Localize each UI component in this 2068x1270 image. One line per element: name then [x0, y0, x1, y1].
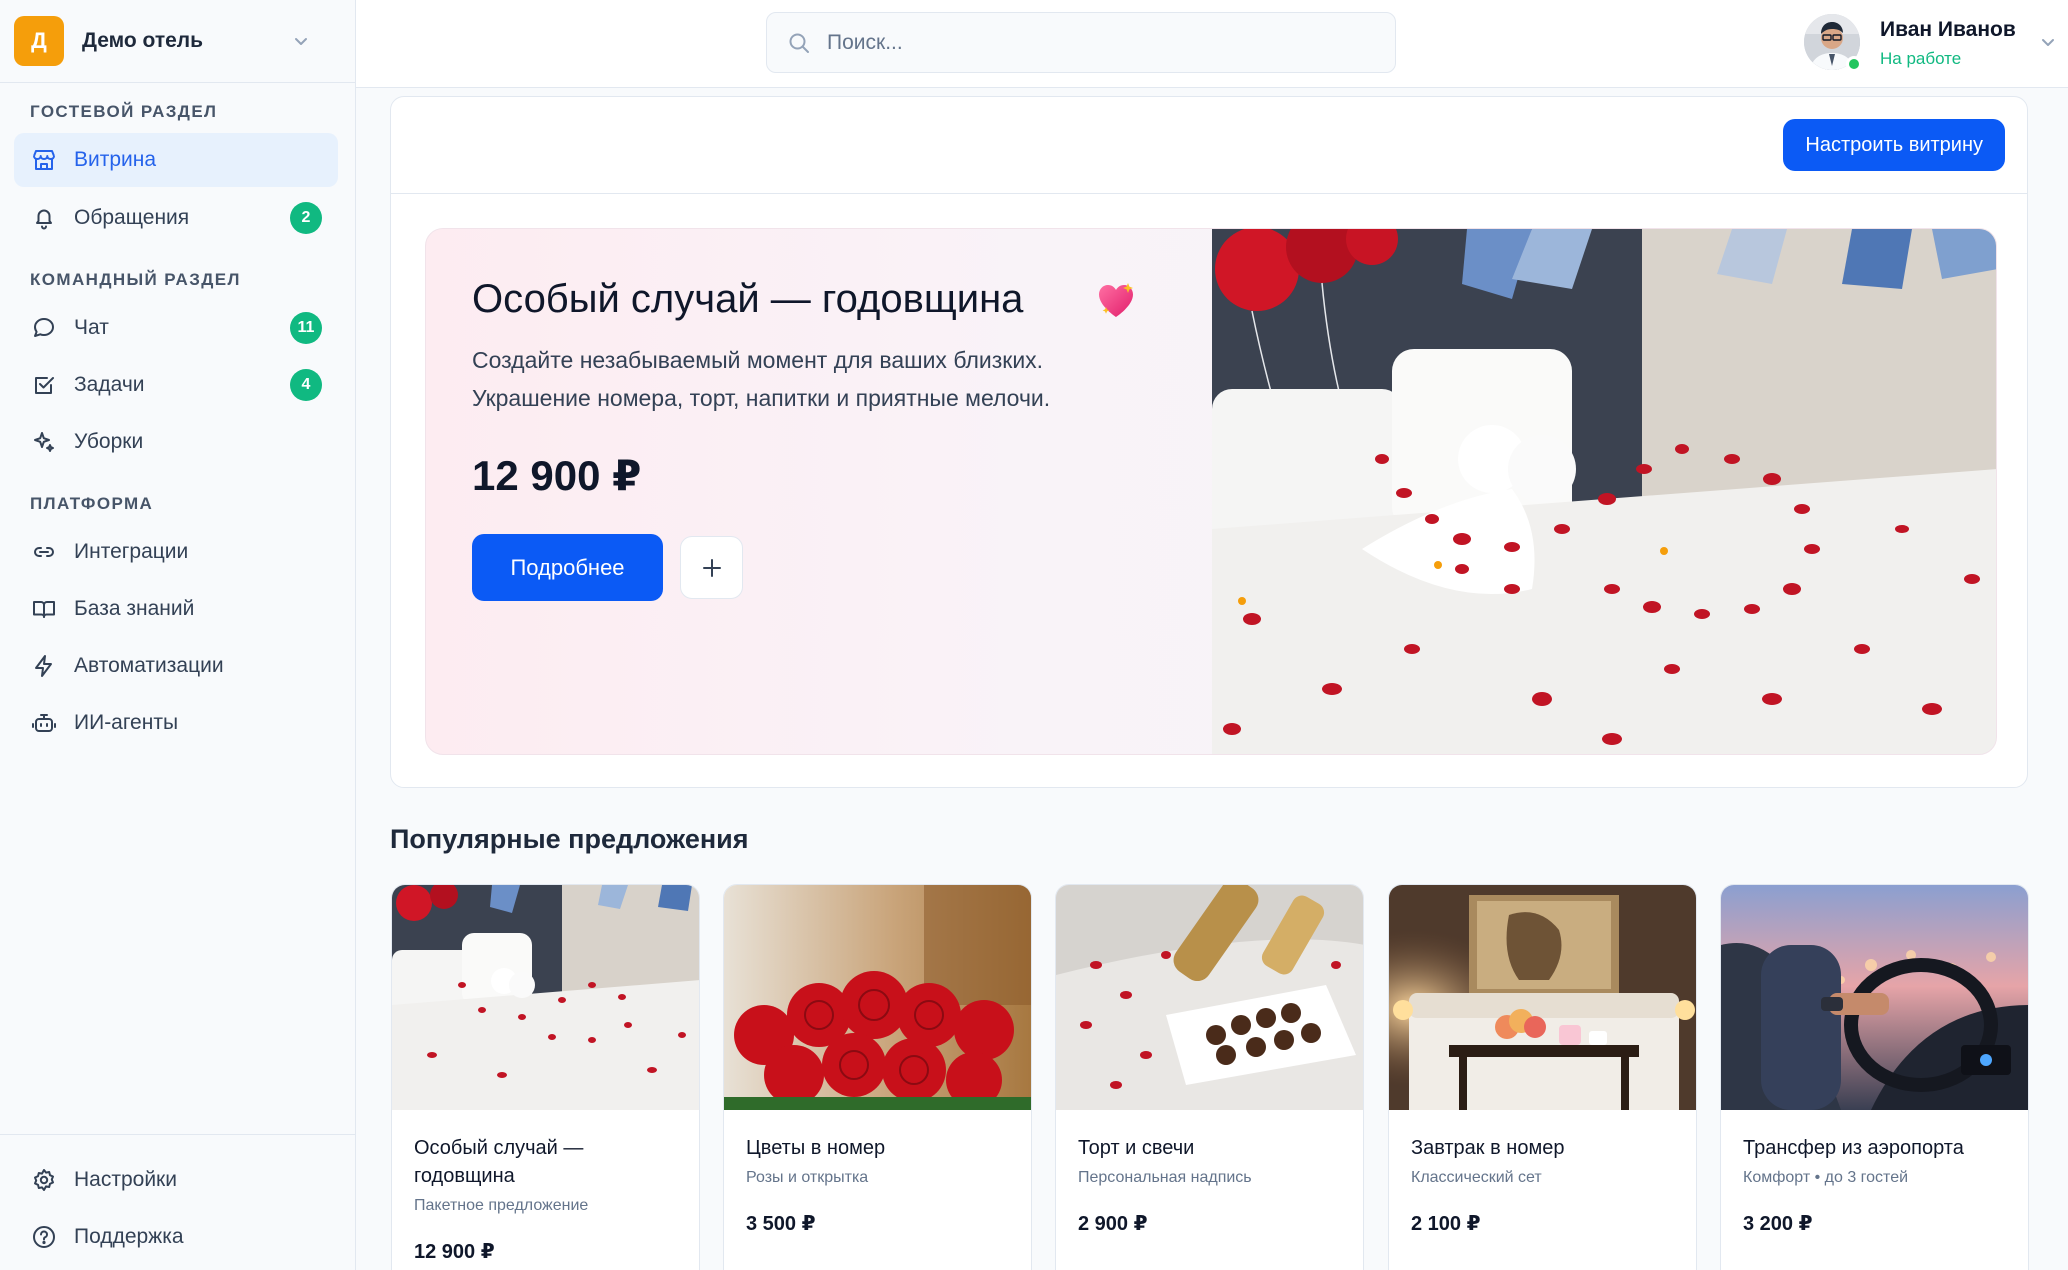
plus-icon [702, 558, 721, 577]
online-status-dot [1846, 56, 1862, 72]
offer-card[interactable]: Цветы в номер Розы и открытка 3 500 ₽ [723, 884, 1032, 1270]
offer-price: 2 100 ₽ [1411, 1213, 1481, 1235]
section-title-team: КОМАНДНЫЙ РАЗДЕЛ [30, 270, 241, 289]
details-button[interactable]: Подробнее [472, 534, 663, 601]
sidebar-item-knowledge-base[interactable]: База знаний [14, 582, 338, 636]
offer-subtitle: Пакетное предложение [414, 1197, 589, 1214]
sidebar-item-label: Витрина [74, 148, 157, 171]
sidebar-item-tasks[interactable]: Задачи 4 [14, 358, 338, 412]
workspace-logo: Д [14, 16, 64, 66]
user-name: Иван Иванов [1880, 18, 2016, 41]
offer-price: 2 900 ₽ [1078, 1213, 1148, 1235]
offer-name: Торт и свечи [1078, 1137, 1195, 1159]
link-icon [34, 547, 54, 557]
sidebar-item-requests[interactable]: Обращения 2 [14, 191, 338, 245]
search-input[interactable] [827, 30, 1367, 55]
offer-name: Цветы в номер [746, 1137, 886, 1159]
checkbox-icon [35, 377, 54, 394]
robot-icon [32, 714, 56, 732]
count-badge: 11 [290, 312, 322, 344]
offer-card[interactable]: Торт и свечи Персональная надпись 2 900 … [1055, 884, 1364, 1270]
sidebar-item-chat[interactable]: Чат 11 [14, 301, 338, 355]
chevron-down-icon [2042, 39, 2054, 46]
sidebar-item-label: Обращения [74, 206, 190, 229]
gear-icon [34, 1169, 54, 1191]
offer-card[interactable]: Особый случай — годовщина Пакетное предл… [391, 884, 700, 1270]
sparkling-heart-icon [1099, 283, 1133, 317]
workspace-switcher[interactable]: Д Демо отель [0, 0, 355, 83]
count-badge: 4 [290, 369, 322, 401]
sidebar-item-settings[interactable]: Настройки [14, 1153, 338, 1207]
showcase-card-header: Настроить витрину [391, 97, 2027, 194]
sidebar-item-label: Задачи [74, 373, 145, 396]
app-root: Д Демо отель ГОСТЕВОЙ РАЗДЕЛ Витрина Обр… [0, 0, 2068, 1270]
sidebar-item-label: Уборки [74, 430, 144, 453]
offer-photo-transfer [1721, 885, 2028, 1110]
showcase-card: Настроить витрину Особый случай — годовщ… [390, 96, 2028, 788]
sidebar-item-showcase[interactable]: Витрина [14, 133, 338, 187]
sidebar-item-ai-agents[interactable]: ИИ-агенты [14, 696, 338, 750]
help-circle-icon [33, 1226, 55, 1248]
offer-name: Особый случай — годовщина [414, 1137, 584, 1187]
offer-name: Завтрак в номер [1411, 1137, 1565, 1159]
sparkles-icon [34, 432, 54, 452]
chat-bubble-icon [34, 318, 54, 337]
offer-price: 3 500 ₽ [746, 1213, 816, 1235]
offer-photo-cake [1056, 885, 1363, 1110]
featured-offer-banner: Особый случай — годовщина Создайте незаб… [425, 228, 1997, 755]
description-line: Украшение номера, торт, напитки и приятн… [472, 385, 1051, 411]
user-status: На работе [1880, 49, 1962, 68]
offer-card[interactable]: Завтрак в номер Классический сет 2 100 ₽ [1388, 884, 1697, 1270]
sidebar-item-label: Настройки [74, 1168, 177, 1191]
sidebar-footer: Настройки Поддержка [0, 1134, 355, 1270]
offer-price: 12 900 ₽ [414, 1241, 495, 1263]
offer-subtitle: Розы и открытка [746, 1169, 869, 1186]
offer-price: 3 200 ₽ [1743, 1213, 1813, 1235]
sidebar-item-label: Поддержка [74, 1225, 184, 1248]
search-bar[interactable] [766, 12, 1396, 73]
lightning-icon [35, 655, 52, 677]
topbar: Иван Иванов На работе [356, 0, 2068, 88]
offer-photo-breakfast [1389, 885, 1696, 1110]
featured-offer-photo [1212, 229, 1996, 754]
offer-subtitle: Персональная надпись [1078, 1169, 1252, 1186]
configure-showcase-button[interactable]: Настроить витрину [1783, 119, 2005, 171]
featured-offer-title: Особый случай — годовщина [472, 277, 1024, 321]
sidebar-item-label: Интеграции [74, 540, 189, 563]
sidebar: Д Демо отель ГОСТЕВОЙ РАЗДЕЛ Витрина Обр… [0, 0, 356, 1270]
sidebar-item-automations[interactable]: Автоматизации [14, 639, 338, 693]
offer-photo-flowers [724, 885, 1031, 1110]
chevron-down-icon [295, 38, 307, 45]
sidebar-item-support[interactable]: Поддержка [14, 1210, 338, 1264]
offer-name: Трансфер из аэропорта [1743, 1137, 1964, 1159]
add-button[interactable] [680, 536, 743, 599]
offer-subtitle: Комфорт • до 3 гостей [1743, 1169, 1909, 1186]
section-title-guest: ГОСТЕВОЙ РАЗДЕЛ [30, 102, 218, 121]
section-title-platform: ПЛАТФОРМА [30, 494, 154, 513]
description-line: Создайте незабываемый момент для ваших б… [472, 347, 1044, 373]
featured-offer-description: Создайте незабываемый момент для ваших б… [472, 341, 1152, 417]
sidebar-item-label: ИИ-агенты [74, 711, 179, 734]
offer-photo-anniversary [392, 885, 699, 1110]
book-icon [33, 601, 55, 618]
offer-subtitle: Классический сет [1411, 1169, 1542, 1186]
search-icon [789, 33, 809, 53]
sidebar-item-label: База знаний [74, 597, 195, 620]
bell-icon [36, 209, 52, 230]
user-menu[interactable]: Иван Иванов На работе [1804, 14, 2068, 74]
workspace-name: Демо отель [82, 29, 204, 52]
popular-offers-title: Популярные предложения [390, 824, 749, 854]
sidebar-item-cleaning[interactable]: Уборки [14, 415, 338, 469]
storefront-icon [33, 150, 55, 170]
sidebar-item-integrations[interactable]: Интеграции [14, 525, 338, 579]
featured-offer-price: 12 900 ₽ [472, 452, 642, 499]
offer-card[interactable]: Трансфер из аэропорта Комфорт • до 3 гос… [1720, 884, 2029, 1270]
sidebar-item-label: Автоматизации [74, 654, 224, 677]
sidebar-item-label: Чат [74, 316, 109, 339]
count-badge: 2 [290, 202, 322, 234]
